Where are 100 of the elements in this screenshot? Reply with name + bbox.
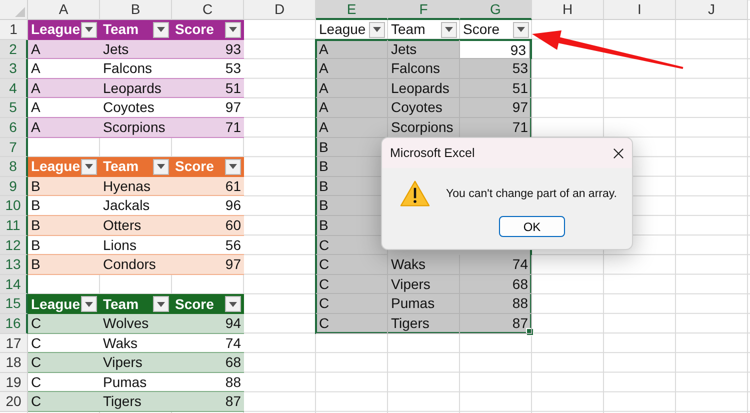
table-cell: 56 <box>172 236 244 256</box>
table-cell: 68 <box>172 353 244 373</box>
table-cell: C <box>28 392 100 412</box>
table-cell: 94 <box>172 314 244 334</box>
filter-button[interactable] <box>81 158 97 175</box>
filter-button[interactable] <box>153 296 169 312</box>
table-cell: 97 <box>172 98 244 118</box>
row-header[interactable]: 6 <box>0 118 28 138</box>
table-cell: Vipers <box>388 274 460 294</box>
row-header[interactable]: 15 <box>0 294 28 314</box>
row-header[interactable]: 12 <box>0 236 28 256</box>
table-cell: 97 <box>460 98 532 118</box>
row-header[interactable]: 2 <box>0 40 28 60</box>
dialog-title: Microsoft Excel <box>390 146 475 160</box>
row-header[interactable]: 5 <box>0 98 28 118</box>
row-header[interactable]: 11 <box>0 216 28 236</box>
table-cell: C <box>28 372 100 392</box>
row-header[interactable]: 8 <box>0 157 28 177</box>
row-header[interactable]: 14 <box>0 274 28 294</box>
row-header[interactable]: 16 <box>0 314 28 334</box>
filter-button[interactable] <box>81 296 97 312</box>
column-header[interactable]: G <box>460 0 532 20</box>
table-cell: Hyenas <box>100 176 172 196</box>
table-cell: Wolves <box>100 314 172 334</box>
filter-button[interactable] <box>153 22 169 38</box>
table-cell: 53 <box>460 59 532 79</box>
column-header[interactable]: C <box>172 0 244 20</box>
table-cell: B <box>28 176 100 196</box>
column-header[interactable]: E <box>316 0 388 20</box>
filter-button[interactable] <box>369 22 385 38</box>
row-header[interactable]: 9 <box>0 176 28 196</box>
caret-icon <box>229 302 237 307</box>
close-icon[interactable] <box>613 148 624 158</box>
column-header-text: Team <box>103 294 139 314</box>
caret-icon <box>157 27 165 32</box>
row-header[interactable]: 17 <box>0 334 28 354</box>
row-header[interactable]: 1 <box>0 20 28 40</box>
row-header[interactable]: 4 <box>0 78 28 98</box>
column-header[interactable]: D <box>244 0 316 20</box>
filter-button[interactable] <box>513 22 529 38</box>
column-header[interactable]: H <box>532 0 604 20</box>
filter-button[interactable] <box>441 22 457 38</box>
table-cell: 68 <box>460 274 532 294</box>
row-header[interactable]: 13 <box>0 255 28 275</box>
filter-button[interactable] <box>225 158 241 175</box>
table-cell: A <box>28 118 100 138</box>
table-cell: 93 <box>460 40 530 60</box>
table-cell: 97 <box>172 255 244 275</box>
table-cell: Coyotes <box>388 98 460 118</box>
dialog-message: You can't change part of an array. <box>446 188 617 200</box>
table-cell: B <box>28 236 100 256</box>
table-cell: A <box>28 40 100 60</box>
caret-icon <box>373 27 381 32</box>
table-cell: Pumas <box>388 294 460 314</box>
table-cell: Scorpions <box>100 118 172 138</box>
column-header-text: League <box>31 294 80 314</box>
column-header[interactable]: J <box>676 0 748 20</box>
column-header-text: Team <box>103 20 139 40</box>
table-cell: Tigers <box>100 392 172 412</box>
row-header[interactable]: 7 <box>0 138 28 158</box>
table-cell: Condors <box>100 255 172 275</box>
table-cell: Waks <box>100 334 172 354</box>
table-cell: A <box>28 98 100 118</box>
column-header[interactable]: B <box>100 0 172 20</box>
table-cell: A <box>316 40 388 60</box>
table-cell: C <box>316 314 388 334</box>
column-header-text: League <box>319 20 366 40</box>
column-header-text: League <box>31 20 80 40</box>
filter-button[interactable] <box>153 158 169 175</box>
row-header[interactable]: 18 <box>0 353 28 373</box>
table-cell: Lions <box>100 236 172 256</box>
table-cell: 51 <box>460 78 532 98</box>
table-cell: B <box>28 196 100 216</box>
row-header[interactable]: 19 <box>0 372 28 392</box>
row-header[interactable]: 3 <box>0 59 28 79</box>
table-cell: Jets <box>100 40 172 60</box>
table-cell: 88 <box>460 294 532 314</box>
filter-button[interactable] <box>225 296 241 312</box>
table-cell: Coyotes <box>100 98 172 118</box>
table-cell: B <box>28 255 100 275</box>
column-header[interactable]: F <box>388 0 460 20</box>
table-cell: B <box>28 216 100 236</box>
filter-button[interactable] <box>225 22 241 38</box>
caret-icon <box>85 27 93 32</box>
column-header-text: Score <box>175 157 214 176</box>
table-cell: Pumas <box>100 372 172 392</box>
caret-icon <box>157 302 165 307</box>
filter-button[interactable] <box>81 22 97 38</box>
column-header[interactable]: I <box>604 0 676 20</box>
column-header[interactable]: A <box>28 0 100 20</box>
ok-button[interactable]: OK <box>499 216 565 237</box>
table-cell: C <box>316 274 388 294</box>
caret-icon <box>229 164 237 170</box>
table-cell: C <box>28 314 100 334</box>
row-header[interactable]: 10 <box>0 196 28 216</box>
row-header[interactable]: 20 <box>0 392 28 412</box>
warning-icon <box>400 180 430 207</box>
table-cell: A <box>316 78 388 98</box>
caret-icon <box>229 27 237 32</box>
table-cell: Waks <box>388 255 460 275</box>
